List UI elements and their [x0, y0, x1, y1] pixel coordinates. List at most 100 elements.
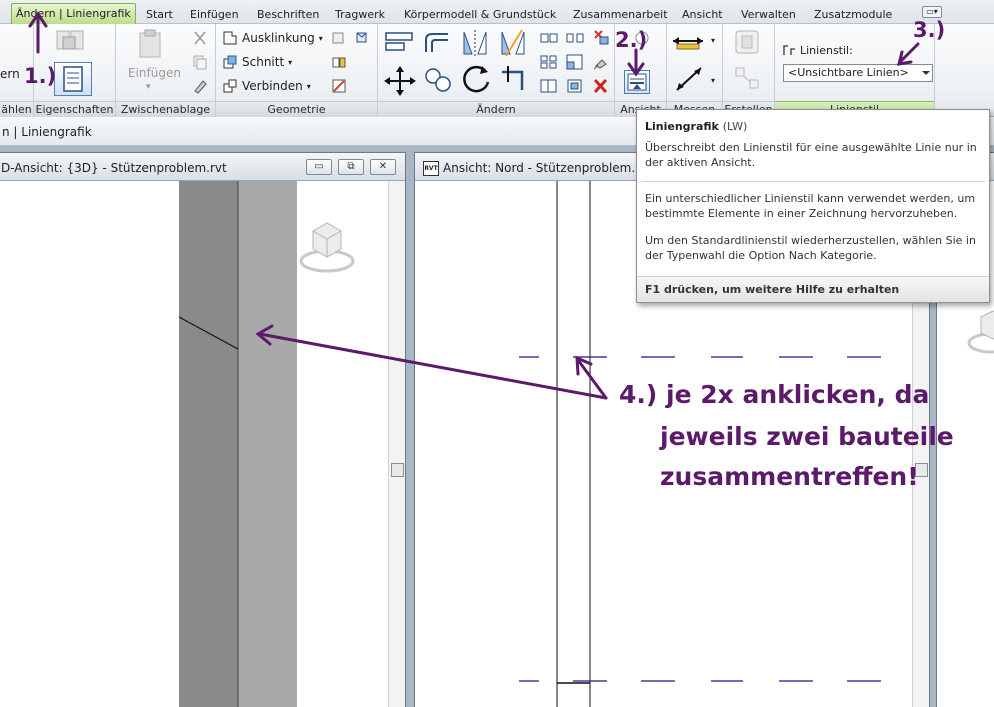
- split-element-icon[interactable]: [540, 30, 558, 46]
- ribbon: ern ählen Eigenschaften Einfügen ▾ Zwisc…: [0, 24, 994, 117]
- cut-geometry-icon: [223, 55, 237, 69]
- panel-geometrie: Ausklinkung ▾ Schnitt ▾ Verbinden ▾ Geometr…: [216, 24, 378, 117]
- paste-dropdown-icon[interactable]: ▾: [146, 82, 151, 92]
- tooltip-liniengrafik: Liniengrafik (LW) Überschreibt den Linie…: [636, 109, 990, 303]
- group-icon[interactable]: [566, 78, 584, 94]
- view-nord-title: Ansicht: Nord - Stützenproblem.rvt: [443, 161, 652, 175]
- annotation-step-4-line-1: 4.) je 2x anklicken, da: [619, 380, 930, 409]
- offset-icon[interactable]: [422, 30, 454, 56]
- line-style-select[interactable]: <Unsichtbare Linien>: [783, 64, 933, 82]
- ribbon-minimize-dropdown[interactable]: ▭▾: [922, 6, 942, 18]
- join-button[interactable]: Verbinden ▾: [222, 78, 311, 94]
- tab-beschriften[interactable]: Beschriften: [257, 5, 319, 24]
- ribbon-tab-bar: Ändern | Liniengrafik Start Einfügen Bes…: [0, 0, 994, 25]
- viewcube-partial-icon[interactable]: [963, 303, 994, 363]
- linework-button[interactable]: [624, 70, 650, 94]
- annotation-step-4-line-2: jeweils zwei bauteile: [660, 422, 954, 451]
- split-with-gap-icon[interactable]: [540, 78, 558, 94]
- tab-zusatzmodule[interactable]: Zusatzmodule: [814, 5, 892, 24]
- type-properties-icon[interactable]: [54, 28, 88, 54]
- tab-zusammenarbeit[interactable]: Zusammenarbeit: [573, 5, 668, 24]
- view-window-3d[interactable]: D-Ansicht: {3D} - Stützenproblem.rvt ▭ ⧉…: [0, 152, 406, 707]
- column-face-dark[interactable]: [179, 181, 238, 707]
- tooltip-help-hint: F1 drücken, um weitere Hilfe zu erhalten: [637, 276, 989, 302]
- annotation-step-4-line-3: zusammentreffen!: [660, 462, 919, 491]
- linienstil-label: Linienstil:: [800, 43, 853, 57]
- properties-icon: [63, 66, 83, 92]
- annotation-step-2: 2.): [615, 28, 648, 52]
- panel-label-waehlen: ählen: [0, 101, 33, 117]
- view-3d-scroll-thumb[interactable]: [391, 463, 404, 477]
- context-bar-label: n | Liniengrafik: [2, 125, 92, 139]
- array-icon[interactable]: [540, 54, 558, 70]
- modify-button-label[interactable]: ern: [0, 67, 20, 81]
- tooltip-separator: [641, 181, 985, 182]
- properties-button[interactable]: [54, 62, 92, 96]
- pin-icon[interactable]: [592, 54, 610, 70]
- copy-element-icon[interactable]: [422, 64, 454, 96]
- mirror-draw-axis-icon[interactable]: [498, 28, 528, 58]
- view-3d-scrollbar[interactable]: [388, 181, 405, 707]
- paint-icon[interactable]: [354, 30, 370, 46]
- linework-icon: [627, 73, 647, 91]
- view-3d-minimize-button[interactable]: ▭: [306, 159, 332, 175]
- move-icon[interactable]: [382, 64, 418, 98]
- panel-label-aendern: Ändern: [378, 101, 614, 117]
- measure-between-icon[interactable]: [671, 32, 709, 50]
- tab-koerpermodell[interactable]: Körpermodell & Grundstück: [404, 5, 556, 24]
- tab-verwalten[interactable]: Verwalten: [741, 5, 796, 24]
- cut-geometry-button[interactable]: Schnitt ▾: [222, 54, 292, 70]
- tab-start[interactable]: Start: [146, 5, 173, 24]
- scale-icon[interactable]: [566, 54, 584, 70]
- join-dropdown-icon: ▾: [306, 81, 311, 91]
- column-face-light[interactable]: [238, 181, 297, 707]
- line-style-dropdown-arrow: [922, 71, 930, 75]
- mirror-pick-axis-icon[interactable]: [460, 28, 490, 58]
- cut-geometry-label: Schnitt: [242, 55, 285, 69]
- paste-button[interactable]: Einfügen: [128, 66, 181, 80]
- measure-dropdown-icon[interactable]: ▾: [711, 36, 715, 45]
- tab-einfuegen[interactable]: Einfügen: [190, 5, 239, 24]
- tab-aendern-liniengrafik[interactable]: Ändern | Liniengrafik: [11, 3, 136, 25]
- view-3d-title: D-Ansicht: {3D} - Stützenproblem.rvt: [1, 161, 227, 175]
- tooltip-title-row: Liniengrafik (LW): [645, 120, 747, 133]
- split-face-icon[interactable]: [331, 30, 347, 46]
- panel-messen: ▾ ▾ Messen: [667, 24, 723, 117]
- panel-label-eigenschaften: Eigenschaften: [34, 101, 115, 117]
- annotation-step-1: 1.): [24, 64, 57, 88]
- wall-join-icon[interactable]: [331, 54, 347, 70]
- viewcube-icon[interactable]: [299, 222, 355, 273]
- view-3d-restore-button[interactable]: ⧉: [338, 159, 364, 175]
- tab-tragwerk[interactable]: Tragwerk: [335, 5, 385, 24]
- dimension-dropdown-icon[interactable]: ▾: [711, 76, 715, 85]
- copy-icon[interactable]: [192, 54, 208, 70]
- view-3d-titlebar[interactable]: D-Ansicht: {3D} - Stützenproblem.rvt ▭ ⧉…: [0, 153, 405, 181]
- create-similar-icon[interactable]: [733, 64, 765, 94]
- align-icon[interactable]: [384, 30, 416, 54]
- panel-erstellen: Erstellen: [723, 24, 775, 117]
- panel-aendern: Ändern: [378, 24, 615, 117]
- panel-label-geometrie: Geometrie: [216, 101, 377, 117]
- unpin-icon[interactable]: [592, 28, 610, 46]
- aligned-dimension-icon[interactable]: [673, 64, 707, 94]
- rvt-file-icon: RVT: [423, 161, 439, 176]
- cope-button[interactable]: Ausklinkung ▾: [222, 30, 323, 46]
- rotate-icon[interactable]: [460, 62, 494, 96]
- cope-icon: [223, 31, 237, 45]
- delete-icon[interactable]: [592, 78, 610, 94]
- cut-icon[interactable]: [192, 30, 208, 46]
- cope-dropdown-icon: ▾: [318, 33, 323, 43]
- match-properties-icon[interactable]: [192, 78, 208, 94]
- view-3d-close-button[interactable]: ✕: [370, 159, 396, 175]
- panel-label-zwischenablage: Zwischenablage: [116, 101, 215, 117]
- trim-extend-icon[interactable]: [498, 62, 530, 94]
- create-group-icon[interactable]: [733, 28, 765, 58]
- split-gap-icon[interactable]: [566, 30, 584, 46]
- demolish-icon[interactable]: [331, 78, 347, 94]
- tab-ansicht[interactable]: Ansicht: [682, 5, 723, 24]
- tooltip-title: Liniengrafik: [645, 120, 719, 133]
- annotation-step-3: 3.): [913, 18, 946, 42]
- view-3d-canvas[interactable]: [0, 181, 387, 707]
- panel-zwischenablage: Einfügen ▾ Zwischenablage: [116, 24, 216, 117]
- cut-geometry-dropdown-icon: ▾: [288, 57, 293, 67]
